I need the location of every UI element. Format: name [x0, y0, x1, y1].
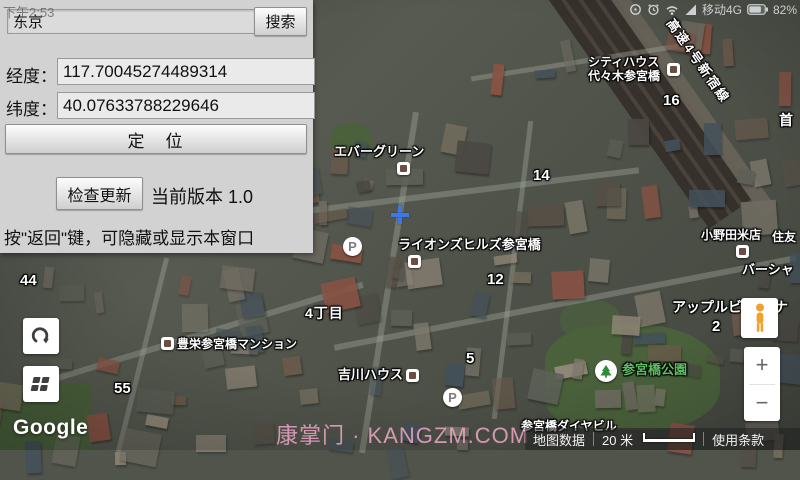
map-label: 小野田米店 [701, 228, 761, 242]
check-update-button[interactable]: 检查更新 [56, 177, 143, 210]
signal-icon [684, 3, 697, 16]
terms-link[interactable]: 使用条款 [704, 430, 772, 449]
park-tree-icon [599, 364, 613, 378]
building-poi-icon [736, 245, 749, 258]
alarm-icon [647, 3, 660, 16]
building-poi-icon [406, 369, 419, 382]
map-label: アップルビ [672, 299, 742, 316]
map-label: 55 [114, 380, 131, 398]
pegman-icon [752, 303, 768, 333]
park-label: 参宮橋公園 [622, 362, 687, 378]
latitude-label: 纬度： [6, 95, 57, 120]
map-label: 16 [663, 92, 680, 110]
pegman-button[interactable] [741, 298, 778, 338]
map-label: 5 [466, 350, 474, 368]
map-label: 吉川ハウス [338, 367, 403, 383]
map-label: エバーグリーン [334, 144, 424, 160]
latitude-input[interactable] [57, 92, 315, 119]
google-logo[interactable]: Google [13, 416, 88, 440]
building-poi-icon [408, 255, 421, 268]
location-crosshair-icon [391, 206, 409, 224]
gps-spoofer-panel: 搜索 经度： 纬度： 定 位 检查更新 当前版本 1.0 按"返回"键，可隐藏或… [0, 0, 313, 253]
rotate-reset-button[interactable] [23, 318, 59, 354]
map-label: ライオンズヒルズ参宮橋 [398, 237, 541, 253]
building-poi-icon [397, 162, 410, 175]
zoom-out-button[interactable]: − [744, 385, 780, 422]
watermark-text: 康掌门 · KANGZM.COM [276, 418, 529, 450]
map-label: 14 [533, 167, 550, 185]
map-label: 首 [779, 112, 793, 129]
longitude-input[interactable] [57, 58, 315, 85]
parking-icon: P [343, 237, 362, 256]
building-poi-icon [667, 63, 680, 76]
version-text: 当前版本 1.0 [151, 183, 253, 209]
scale-bar [643, 433, 695, 442]
map-label: シティハウス 代々木参宮橋 [588, 55, 660, 84]
attribution-bar: 地图数据 20 米 使用条款 [525, 428, 800, 450]
map-label: 2 [712, 318, 720, 336]
map-label: 12 [487, 271, 504, 289]
status-bar-right: 移动4G 82% [629, 0, 797, 19]
hint-text: 按"返回"键，可隐藏或显示本窗口 [4, 224, 254, 249]
park-tree-badge [595, 360, 617, 382]
wifi-icon [665, 4, 679, 15]
scale-text: 20 米 [594, 430, 641, 449]
parking-icon: P [443, 388, 462, 407]
data-saver-icon [629, 3, 642, 16]
map-label: 4丁目 [305, 305, 344, 322]
zoom-in-button[interactable]: + [744, 347, 780, 384]
map-label: 豊栄参宮橋マンション [177, 337, 297, 351]
locate-button[interactable]: 定 位 [5, 124, 307, 154]
battery-percent: 82% [773, 3, 797, 17]
carrier-text: 移动4G [702, 1, 742, 18]
building [386, 448, 409, 480]
map-data-label: 地图数据 [525, 430, 593, 449]
longitude-label: 经度： [6, 62, 57, 87]
zoom-control: + − [744, 347, 780, 421]
search-button[interactable]: 搜索 [254, 7, 307, 36]
battery-icon [747, 4, 768, 15]
building-poi-icon [161, 337, 174, 350]
map-label: 44 [20, 272, 37, 290]
rotate-arrow-icon [30, 325, 52, 347]
map-label: 住友 [772, 230, 796, 244]
layers-button[interactable] [23, 366, 59, 402]
status-time: 下午2:53 [3, 2, 54, 21]
map-label: バーシャ [742, 262, 794, 278]
layers-icon [30, 377, 51, 392]
